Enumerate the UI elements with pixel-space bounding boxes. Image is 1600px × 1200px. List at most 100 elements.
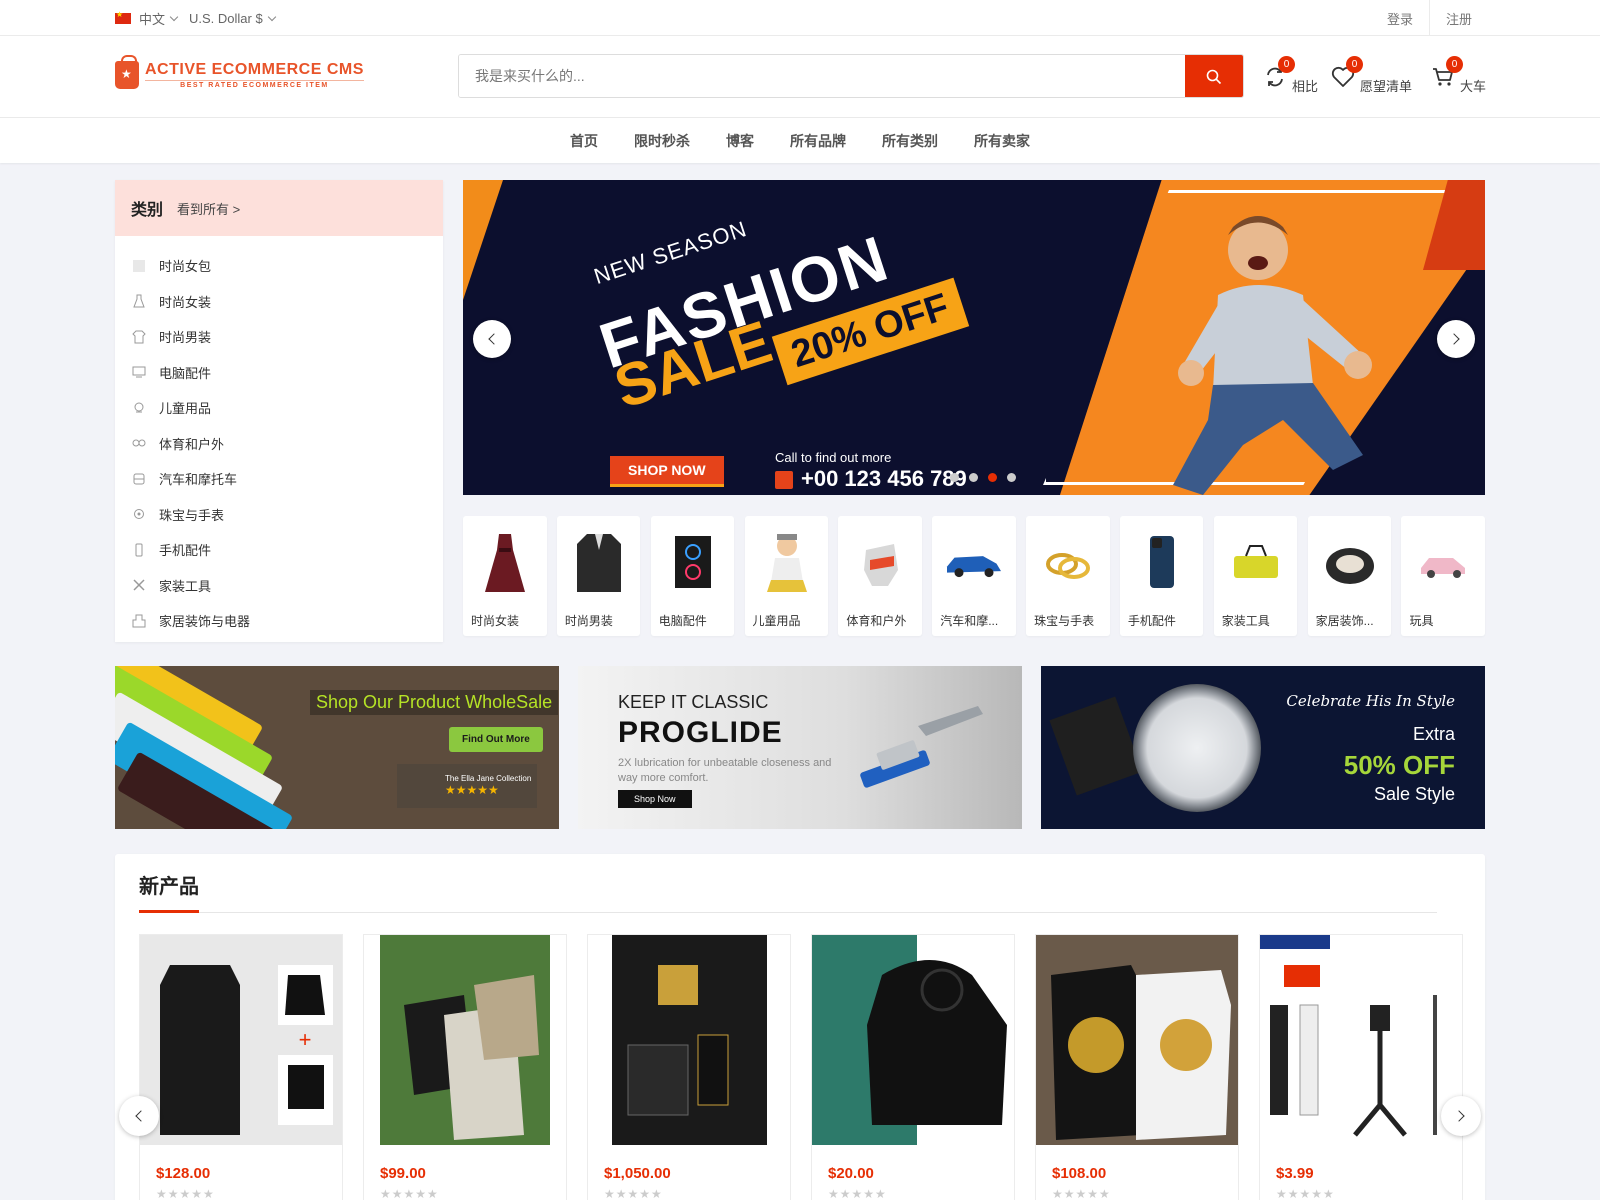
watch-image xyxy=(1133,684,1261,812)
compare-link[interactable]: 0 相比 xyxy=(1262,55,1318,95)
product-image xyxy=(1260,935,1462,1145)
category-item[interactable]: 汽车和摩托车 xyxy=(115,461,443,497)
find-out-more-button[interactable]: Find Out More xyxy=(449,727,543,752)
product-card[interactable]: $99.00 ★★★★★ xyxy=(363,934,567,1200)
product-price: $1,050.00 xyxy=(604,1165,671,1182)
nav-all-sellers[interactable]: 所有卖家 xyxy=(974,131,1030,151)
decor-shape xyxy=(463,180,503,300)
slider-dot[interactable] xyxy=(950,473,959,482)
toy-car-icon xyxy=(1421,558,1466,578)
site-logo[interactable]: ACTIVE ECOMMERCE CMS BEST RATED ECOMMERC… xyxy=(115,55,364,89)
nav-all-categories[interactable]: 所有类别 xyxy=(882,131,938,151)
phone-icon xyxy=(1149,536,1174,588)
wholesale-banner[interactable]: Shop Our Product WholeSale Find Out More… xyxy=(115,666,559,829)
nav-flash-deals[interactable]: 限时秒杀 xyxy=(634,131,690,151)
product-card[interactable]: $1,050.00 ★★★★★ xyxy=(587,934,791,1200)
cart-link[interactable]: 0 大车 xyxy=(1430,55,1486,95)
rating-stars: ★★★★★ xyxy=(445,783,499,797)
rating-stars: ★★★★★ xyxy=(380,1187,439,1200)
category-item[interactable]: 手机配件 xyxy=(115,532,443,568)
category-item[interactable]: 时尚女装 xyxy=(115,284,443,320)
product-image: + xyxy=(140,935,342,1145)
cart-count-badge: 0 xyxy=(1446,55,1463,73)
category-tile[interactable]: 体育和户外 xyxy=(838,516,922,636)
chevron-down-icon[interactable] xyxy=(169,12,179,22)
logo-subtitle: BEST RATED ECOMMERCE ITEM xyxy=(145,80,364,89)
category-tile[interactable]: 时尚女装 xyxy=(463,516,547,636)
title-underline xyxy=(139,910,199,913)
product-card[interactable]: $108.00 ★★★★★ xyxy=(1035,934,1239,1200)
slider-dot-active[interactable] xyxy=(988,473,997,482)
category-tile[interactable]: 时尚男装 xyxy=(556,516,641,636)
slider-dot[interactable] xyxy=(969,473,978,482)
category-tile[interactable]: 家装工具 xyxy=(1213,516,1298,636)
category-tile[interactable]: 儿童用品 xyxy=(744,516,829,636)
slider-shop-now-button[interactable]: SHOP NOW xyxy=(610,456,724,487)
category-item[interactable]: 时尚女包 xyxy=(115,248,443,284)
product-card[interactable]: + $128.00 ★★★★★ xyxy=(139,934,343,1200)
category-item[interactable]: 体育和户外 xyxy=(115,426,443,462)
category-tile[interactable]: 电脑配件 xyxy=(650,516,735,636)
header: ACTIVE ECOMMERCE CMS BEST RATED ECOMMERC… xyxy=(0,36,1600,118)
dress-icon xyxy=(485,534,525,592)
product-price: $108.00 xyxy=(1052,1165,1107,1182)
see-all-categories-link[interactable]: 看到所有 > xyxy=(177,199,240,218)
proglide-banner[interactable]: KEEP IT CLASSIC PROGLIDE 2X lubrication … xyxy=(578,666,1022,829)
login-link[interactable]: 登录 xyxy=(1371,9,1429,28)
watch-banner-discount: 50% OFF xyxy=(1343,750,1455,780)
proglide-desc: 2X lubrication for unbeatable closeness … xyxy=(618,757,832,784)
chevron-left-icon xyxy=(488,333,500,345)
phone-icon xyxy=(131,542,147,558)
watch-icon xyxy=(131,506,147,522)
product-price: $128.00 xyxy=(156,1165,211,1182)
wishlist-link[interactable]: 0 愿望清单 xyxy=(1330,55,1412,95)
category-header: 类别 看到所有 > xyxy=(115,180,443,236)
products-next-button[interactable] xyxy=(1441,1096,1481,1136)
watch-sale-banner[interactable]: Celebrate His In Style Extra 50% OFF Sal… xyxy=(1041,666,1485,829)
nav-home[interactable]: 首页 xyxy=(570,131,598,151)
category-tile[interactable]: 珠宝与手表 xyxy=(1026,516,1110,636)
category-item[interactable]: 电脑配件 xyxy=(115,355,443,391)
pc-case-icon xyxy=(674,536,711,588)
chevron-down-icon[interactable] xyxy=(267,12,276,22)
dress-icon xyxy=(131,293,147,309)
register-link[interactable]: 注册 xyxy=(1430,9,1488,28)
nav-blog[interactable]: 博客 xyxy=(726,131,754,151)
featured-categories: 时尚女装 时尚男装 电脑配件 儿童用品 体育和户外 汽车和摩... 珠宝与手表 … xyxy=(463,516,1485,636)
search-button[interactable] xyxy=(1185,55,1243,97)
category-tile[interactable]: 家居装饰... xyxy=(1307,516,1392,636)
category-tile[interactable]: 汽车和摩... xyxy=(932,516,1016,636)
product-card[interactable]: $20.00 ★★★★★ xyxy=(811,934,1015,1200)
proglide-shop-now-button[interactable]: Shop Now xyxy=(618,790,692,808)
hero-slider[interactable]: NEW SEASON FASHION SALE 20% OFF SHOP NOW… xyxy=(463,180,1485,495)
nav-all-brands[interactable]: 所有品牌 xyxy=(790,131,846,151)
main-nav: 首页 限时秒杀 博客 所有品牌 所有类别 所有卖家 xyxy=(0,118,1600,163)
category-item[interactable]: 家装工具 xyxy=(115,568,443,604)
products-prev-button[interactable] xyxy=(119,1096,159,1136)
search-input[interactable] xyxy=(459,55,1185,97)
category-item[interactable]: 时尚男装 xyxy=(115,319,443,355)
rating-stars: ★★★★★ xyxy=(156,1187,215,1200)
compare-count-badge: 0 xyxy=(1278,55,1295,73)
chair-icon xyxy=(1325,548,1374,584)
product-price: $3.99 xyxy=(1276,1165,1314,1182)
watch-banner-tagline: Celebrate His In Style xyxy=(1286,692,1455,710)
logo-title: ACTIVE ECOMMERCE CMS xyxy=(145,61,364,78)
rating-stars: ★★★★★ xyxy=(1276,1187,1335,1200)
language-select[interactable]: 中文 xyxy=(139,9,165,28)
chevron-right-icon xyxy=(1448,333,1460,345)
slider-prev-button[interactable] xyxy=(473,320,511,358)
category-item[interactable]: 家居装饰与电器 xyxy=(115,603,443,639)
tools-icon xyxy=(131,577,147,593)
product-card[interactable]: $3.99 ★★★★★ xyxy=(1259,934,1463,1200)
category-tile[interactable]: 手机配件 xyxy=(1119,516,1204,636)
currency-select[interactable]: U.S. Dollar $ xyxy=(189,11,263,26)
category-item[interactable]: 儿童用品 xyxy=(115,390,443,426)
category-tile[interactable]: 玩具 xyxy=(1401,516,1485,636)
slider-dot[interactable] xyxy=(1007,473,1016,482)
category-item[interactable]: 珠宝与手表 xyxy=(115,497,443,533)
product-image xyxy=(588,935,790,1145)
slider-next-button[interactable] xyxy=(1437,320,1475,358)
computer-icon xyxy=(131,364,147,380)
home-icon xyxy=(131,613,147,629)
